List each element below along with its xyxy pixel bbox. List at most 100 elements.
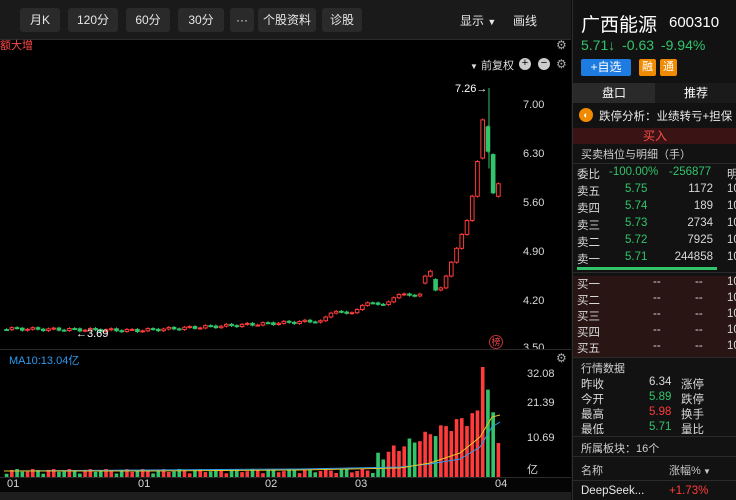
volume-bar — [428, 434, 433, 477]
price-axis-label: 5.60 — [523, 197, 545, 209]
price-axis-label: 4.20 — [523, 295, 545, 307]
volume-bar — [491, 412, 495, 477]
volume-bar — [459, 418, 464, 477]
sector-row-name[interactable]: DeepSeek... — [581, 485, 644, 497]
candle-body — [370, 302, 376, 305]
zoom-in-icon[interactable]: + — [519, 58, 531, 70]
candle-body — [433, 279, 438, 291]
price-axis-label: 6.30 — [523, 148, 545, 160]
period-30min-button[interactable]: 30分 — [178, 8, 224, 32]
stock-diagnosis-button[interactable]: 诊股 — [322, 8, 362, 32]
candle-body — [218, 325, 224, 329]
volume-bar — [344, 469, 349, 477]
candle-body — [328, 312, 334, 318]
candle-body — [114, 328, 119, 332]
candle-body — [422, 275, 428, 284]
zoom-out-icon[interactable]: − — [538, 58, 550, 70]
volume-chart[interactable]: 32.08 21.39 10.69 亿 — [0, 367, 571, 477]
candle-body — [171, 326, 177, 330]
period-60min-button[interactable]: 60分 — [126, 8, 170, 32]
sell-level-row[interactable]: 卖三 5.73 2734 10 — [577, 217, 736, 234]
candle-body — [401, 293, 407, 296]
display-menu[interactable]: 显示 ▼ — [460, 12, 496, 29]
sell-level-price: 5.74 — [625, 200, 648, 212]
candle-body — [182, 326, 187, 331]
volume-bar — [454, 419, 459, 477]
candle-body — [213, 325, 219, 329]
candle-body — [40, 328, 46, 332]
buy-level-side: 10 — [727, 308, 736, 320]
add-watchlist-button[interactable]: +自选 — [581, 59, 631, 76]
sell-level-volume: 244858 — [674, 251, 713, 263]
settings-gear-icon[interactable]: ⚙ — [556, 38, 567, 52]
candle-body — [443, 275, 449, 289]
candle-body — [140, 330, 145, 333]
candle-body — [464, 220, 470, 235]
volume-bar — [475, 410, 480, 477]
buy-button[interactable]: 买入 — [573, 128, 736, 144]
stock-code: 600310 — [669, 14, 720, 31]
volume-bar — [386, 451, 391, 477]
sell-level-volume: 1172 — [688, 183, 713, 195]
candle-body — [480, 119, 486, 159]
buy-level-volume: -- — [695, 324, 703, 336]
buy-level-row[interactable]: 买一 -- -- 10 — [573, 276, 736, 293]
time-axis-label: 02 — [265, 478, 278, 490]
current-price: 5.71 — [581, 37, 609, 53]
time-axis-label: 04 — [495, 478, 508, 490]
candle-body — [229, 323, 234, 327]
candle-body — [302, 319, 308, 323]
buy-level-label: 买三 — [577, 311, 600, 323]
candlestick-chart[interactable]: 7.00 6.30 5.60 4.90 4.20 3.50 7.26→ ←3.6… — [0, 52, 571, 354]
volume-axis-label: 10.69 — [527, 432, 555, 444]
connect-badge[interactable]: 通 — [660, 59, 677, 76]
limit-down-analysis[interactable]: 跌停分析：业绩转亏+担保 — [599, 108, 732, 124]
candle-body — [286, 320, 292, 323]
settings-gear-icon[interactable]: ⚙ — [556, 57, 567, 71]
sell-level-price: 5.71 — [625, 251, 648, 263]
buy-level-row[interactable]: 买五 -- -- 10 — [573, 340, 736, 357]
quote-row: 最低 5.71 量比 — [577, 421, 736, 438]
tab-recommend[interactable]: 推荐 — [655, 83, 736, 103]
margin-badge[interactable]: 融 — [639, 59, 656, 76]
candle-body — [208, 325, 213, 328]
stock-profile-button[interactable]: 个股资料 — [258, 8, 316, 32]
volume-bar — [15, 469, 19, 477]
sell-level-price: 5.73 — [625, 217, 648, 229]
quote-label: 昨收 — [581, 379, 604, 391]
quote-panel: 广西能源 600310 5.71↓ -0.63 -9.94% +自选 融 通 盘… — [572, 0, 736, 500]
sell-level-side: 10 — [727, 183, 736, 195]
chart-header — [0, 40, 571, 52]
sell-level-row[interactable]: 卖一 5.71 244858 10 — [577, 251, 736, 268]
buy-level-row[interactable]: 买三 -- -- 10 — [573, 308, 736, 325]
max-price-marker: 7.26→ — [455, 83, 488, 95]
more-periods-button[interactable]: ··· — [230, 8, 254, 32]
sector-change-header[interactable]: 涨幅% ▼ — [669, 462, 711, 478]
ranking-badge-icon[interactable]: 榜 — [489, 335, 503, 349]
period-120min-button[interactable]: 120分 — [68, 8, 118, 32]
tab-order-book[interactable]: 盘口 — [573, 83, 655, 103]
candle-body — [250, 322, 255, 326]
settings-gear-icon[interactable]: ⚙ — [556, 351, 567, 365]
buy-level-price: -- — [653, 324, 661, 336]
price-adjust-dropdown[interactable]: ▼ 前复权 — [470, 57, 514, 73]
chevron-down-icon: ▼ — [470, 62, 478, 71]
sell-level-label: 卖一 — [577, 254, 600, 266]
candle-body — [187, 326, 193, 329]
buy-level-row[interactable]: 买四 -- -- 10 — [573, 324, 736, 341]
sell-level-row[interactable]: 卖四 5.74 189 10 — [577, 200, 736, 217]
candle-body — [323, 316, 329, 322]
buy-level-row[interactable]: 买二 -- -- 10 — [573, 292, 736, 309]
candle-body — [150, 328, 156, 331]
draw-line-button[interactable]: 画线 — [513, 12, 537, 29]
candle-body — [9, 327, 15, 331]
sell-level-label: 卖四 — [577, 203, 600, 215]
analysis-icon: ◐ — [579, 108, 593, 122]
bottom-tab-strip[interactable] — [0, 492, 571, 500]
period-month-k-button[interactable]: 月K — [20, 8, 60, 32]
candle-body — [35, 327, 41, 330]
sell-level-row[interactable]: 卖二 5.72 7925 10 — [577, 234, 736, 251]
volume-bar — [439, 425, 443, 477]
sell-level-row[interactable]: 卖五 5.75 1172 10 — [577, 183, 736, 200]
quote-label-2: 换手 — [681, 409, 704, 421]
